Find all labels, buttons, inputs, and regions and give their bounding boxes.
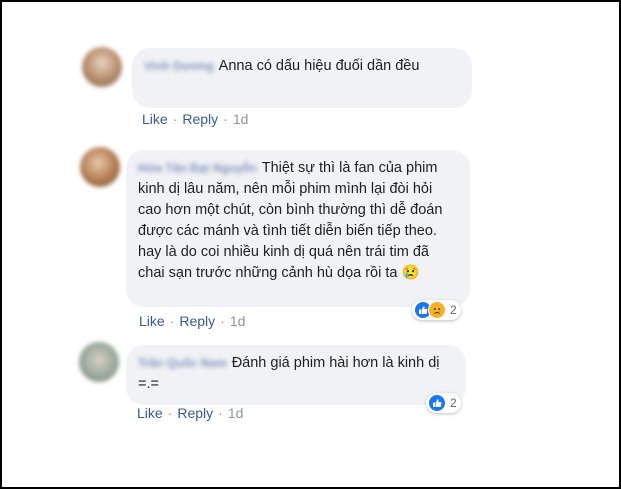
comment-timestamp[interactable]: 1d xyxy=(233,111,249,127)
comment-bubble: Hứa Tân Đạt Nguyễn Thiệt sự thì là fan củ… xyxy=(126,150,470,307)
comment-actions: Like · Reply · 1d xyxy=(137,405,243,421)
comment-text: Anna có dấu hiệu đuối dần đều xyxy=(218,58,420,74)
separator-dot: · xyxy=(167,405,173,421)
separator-dot: · xyxy=(218,405,223,421)
reply-link[interactable]: Reply xyxy=(182,111,218,127)
comment-author[interactable]: Vinh Dương xyxy=(144,59,214,73)
like-link[interactable]: Like xyxy=(142,111,168,127)
separator-dot: · xyxy=(223,111,228,127)
comment-author[interactable]: Hứa Tân Đạt Nguyễn xyxy=(138,161,257,175)
like-icon xyxy=(428,394,446,412)
reaction-summary[interactable]: 2 xyxy=(426,393,461,413)
avatar[interactable] xyxy=(80,147,120,187)
reply-link[interactable]: Reply xyxy=(179,313,215,329)
like-link[interactable]: Like xyxy=(137,405,163,421)
comment-bubble: Vinh Dương Anna có dấu hiệu đuối dần đều xyxy=(132,48,472,108)
reply-link[interactable]: Reply xyxy=(177,405,213,421)
comment-text: Thiệt sự thì là fan của phim kinh dị lâu… xyxy=(138,160,443,281)
reaction-count: 2 xyxy=(450,303,457,317)
comment-bubble: Trần Quốc Nam Đánh giá phim hài hơn là ki… xyxy=(126,345,466,405)
like-link[interactable]: Like xyxy=(139,313,165,329)
reaction-summary[interactable]: 2 xyxy=(412,300,461,320)
separator-dot: · xyxy=(169,313,175,329)
separator-dot: · xyxy=(172,111,178,127)
comment-actions: Like · Reply · 1d xyxy=(142,111,248,127)
comment-timestamp[interactable]: 1d xyxy=(228,405,244,421)
avatar[interactable] xyxy=(79,342,119,382)
separator-dot: · xyxy=(220,313,225,329)
comment-author[interactable]: Trần Quốc Nam xyxy=(138,356,227,370)
screenshot-frame: Vinh Dương Anna có dấu hiệu đuối dần đều … xyxy=(0,0,621,489)
comment-timestamp[interactable]: 1d xyxy=(230,313,246,329)
comment-actions: Like · Reply · 1d xyxy=(139,313,245,329)
avatar[interactable] xyxy=(82,47,122,87)
reaction-count: 2 xyxy=(450,396,457,410)
sad-icon xyxy=(428,301,446,319)
